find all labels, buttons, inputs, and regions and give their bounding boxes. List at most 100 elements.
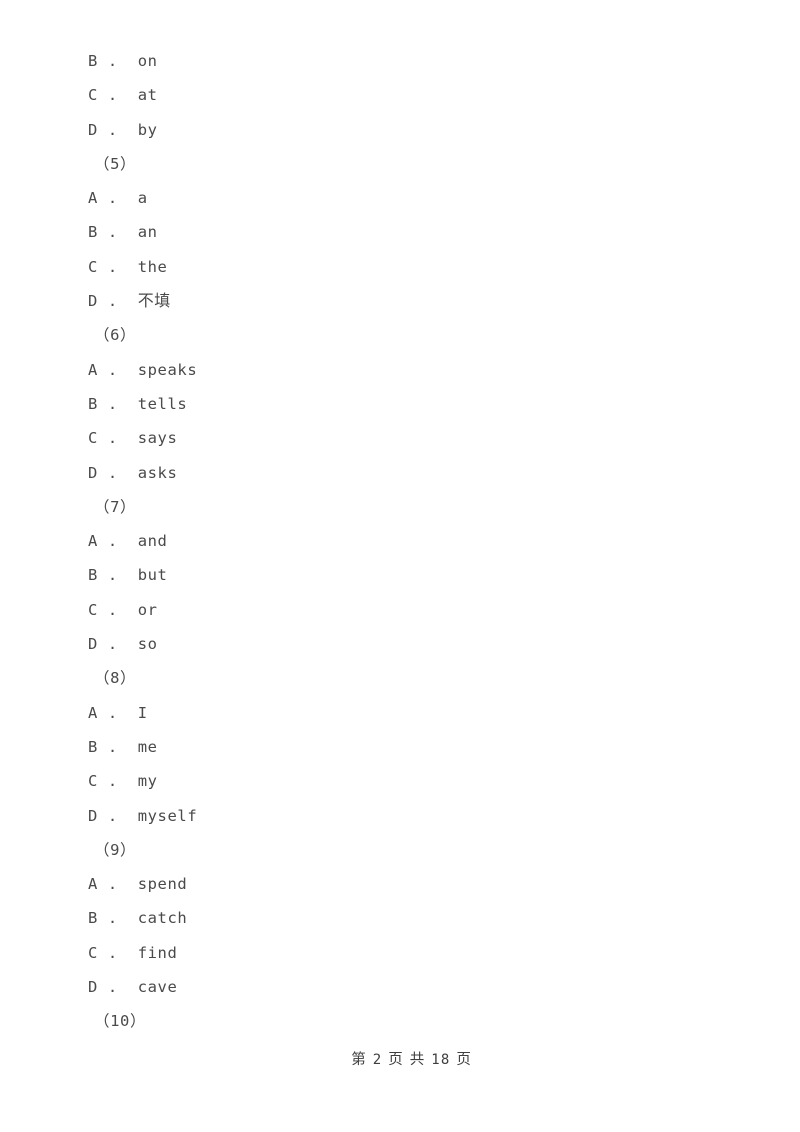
option-letter: A	[88, 189, 98, 208]
question-number-label: （6）	[94, 326, 137, 345]
option-text: an	[137, 223, 158, 242]
option-text: catch	[137, 909, 188, 928]
footer-middle: 页 共	[388, 1052, 426, 1068]
option-text: but	[137, 566, 168, 585]
footer-suffix: 页	[456, 1052, 473, 1068]
option-separator: .	[107, 189, 118, 208]
option-text: says	[137, 429, 178, 448]
answer-option[interactable]: A . speaks	[88, 353, 708, 387]
option-letter: B	[88, 52, 98, 70]
answer-option[interactable]: B . me	[88, 730, 708, 764]
option-letter: B	[88, 394, 98, 413]
option-separator: .	[107, 978, 118, 997]
answer-option[interactable]: B . tells	[88, 387, 708, 421]
option-text: and	[137, 532, 168, 551]
option-letter: B	[88, 223, 98, 242]
option-text: so	[137, 635, 158, 654]
option-text: I	[137, 703, 148, 722]
option-text: my	[137, 772, 158, 791]
answer-option[interactable]: A . and	[88, 524, 708, 558]
page-footer: 第 2 页 共 18 页	[0, 1032, 800, 1085]
answer-option[interactable]: D . cave	[88, 970, 708, 1004]
option-separator: .	[107, 806, 118, 825]
answer-option[interactable]: D . asks	[88, 456, 708, 490]
footer-current-page: 2	[372, 1052, 383, 1068]
option-letter: B	[88, 909, 98, 928]
option-separator: .	[107, 875, 118, 894]
option-text: spend	[137, 875, 188, 894]
option-letter: C	[88, 772, 98, 791]
option-text: tells	[137, 394, 188, 413]
option-letter: D	[88, 978, 98, 997]
question-number: （5）	[88, 147, 708, 181]
option-separator: .	[107, 257, 118, 276]
option-letter: D	[88, 635, 98, 654]
option-separator: .	[107, 360, 118, 379]
option-text: find	[137, 943, 178, 962]
option-separator: .	[107, 737, 118, 756]
question-number-label: （10）	[94, 1012, 147, 1031]
option-letter: C	[88, 86, 98, 105]
option-separator: .	[107, 463, 118, 482]
option-letter: C	[88, 600, 98, 619]
option-separator: .	[107, 394, 118, 413]
question-number: （8）	[88, 661, 708, 695]
question-number-label: （7）	[94, 497, 137, 516]
answer-option[interactable]: D . 不填	[88, 284, 708, 318]
option-separator: .	[107, 86, 118, 105]
answer-option[interactable]: D . myself	[88, 799, 708, 833]
answer-option[interactable]: C . find	[88, 936, 708, 970]
option-text: a	[137, 189, 148, 208]
answer-option[interactable]: D . by	[88, 113, 708, 147]
option-letter: A	[88, 532, 98, 551]
option-letter: D	[88, 292, 98, 311]
option-text: at	[137, 86, 158, 105]
option-separator: .	[107, 772, 118, 791]
answer-option[interactable]: A . I	[88, 696, 708, 730]
option-separator: .	[107, 532, 118, 551]
option-separator: .	[107, 909, 118, 928]
option-letter: A	[88, 360, 98, 379]
option-separator: .	[107, 52, 118, 70]
answer-option[interactable]: B . but	[88, 558, 708, 592]
option-letter: C	[88, 257, 98, 276]
answer-option[interactable]: C . the	[88, 250, 708, 284]
option-separator: .	[107, 943, 118, 962]
option-text: the	[137, 257, 168, 276]
answer-option[interactable]: A . spend	[88, 867, 708, 901]
answer-option[interactable]: C . at	[88, 78, 708, 112]
answer-option[interactable]: C . my	[88, 764, 708, 798]
option-letter: A	[88, 875, 98, 894]
option-text: on	[137, 52, 158, 70]
answer-option[interactable]: D . so	[88, 627, 708, 661]
option-separator: .	[107, 120, 118, 139]
option-separator: .	[107, 566, 118, 585]
option-separator: .	[107, 429, 118, 448]
option-text: by	[137, 120, 158, 139]
option-letter: D	[88, 120, 98, 139]
question-options-list: B . on C . at D . by （5） A . aB . an C . the D…	[88, 44, 708, 1039]
option-text: asks	[137, 463, 178, 482]
option-letter: C	[88, 943, 98, 962]
option-text: 不填	[137, 291, 171, 311]
answer-option[interactable]: C . or	[88, 593, 708, 627]
question-number-label: （8）	[94, 669, 137, 688]
footer-total-pages: 18	[431, 1052, 451, 1068]
option-letter: B	[88, 566, 98, 585]
option-letter: D	[88, 463, 98, 482]
option-separator: .	[107, 600, 118, 619]
option-text: speaks	[137, 360, 198, 379]
option-text: cave	[137, 978, 178, 997]
question-number: （7）	[88, 490, 708, 524]
answer-option[interactable]: C . says	[88, 421, 708, 455]
question-number-label: （9）	[94, 840, 137, 859]
answer-option[interactable]: B . on	[88, 44, 708, 78]
answer-option[interactable]: B . catch	[88, 901, 708, 935]
answer-option[interactable]: B . an	[88, 215, 708, 249]
option-separator: .	[107, 292, 118, 311]
option-letter: A	[88, 703, 98, 722]
option-letter: C	[88, 429, 98, 448]
question-number: （9）	[88, 833, 708, 867]
answer-option[interactable]: A . a	[88, 181, 708, 215]
option-text: me	[137, 737, 158, 756]
